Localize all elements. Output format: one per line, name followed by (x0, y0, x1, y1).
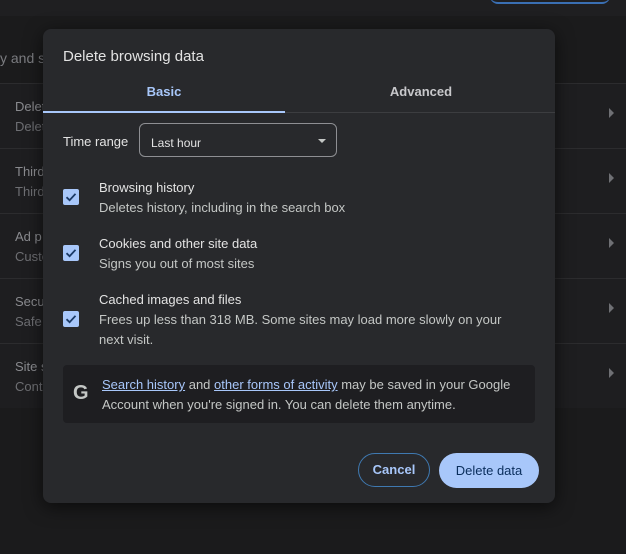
tab-basic-label: Basic (146, 84, 182, 99)
background-row-title: Delet (15, 99, 46, 114)
cancel-button[interactable]: Cancel (358, 453, 430, 487)
background-row-title: Third (15, 164, 45, 179)
google-account-notice: G Search history and other forms of acti… (63, 365, 535, 423)
google-g-icon: G (73, 382, 89, 404)
delete-browsing-data-dialog: Delete browsing data Basic Advanced Time… (43, 29, 555, 503)
other-activity-link[interactable]: other forms of activity (214, 377, 338, 392)
background-row-title: Secu (15, 294, 45, 309)
checkmark-icon (65, 249, 77, 258)
background-row-title: Ad p (15, 229, 42, 244)
time-range-select[interactable]: Last hour (139, 123, 337, 157)
notice-and: and (188, 377, 211, 392)
cached-images-checkbox[interactable] (63, 311, 79, 327)
tab-bar: Basic Advanced (43, 79, 555, 113)
background-row-subtitle: Safe (15, 314, 42, 329)
background-section-title: y and s (0, 50, 46, 66)
background-row-subtitle: Cont (15, 379, 43, 394)
chevron-right-icon (609, 238, 614, 248)
search-history-link[interactable]: Search history (102, 377, 185, 392)
notice-text: Search history and other forms of activi… (102, 375, 522, 415)
option-title: Cookies and other site data (99, 236, 258, 251)
chevron-right-icon (609, 368, 614, 378)
tab-basic[interactable]: Basic (43, 79, 285, 113)
chevron-right-icon (609, 303, 614, 313)
background-row-subtitle: Third (15, 184, 45, 199)
background-top-bar (0, 0, 626, 16)
time-range-label: Time range (63, 134, 129, 149)
cookies-checkbox[interactable] (63, 245, 79, 261)
option-title: Cached images and files (99, 292, 242, 307)
checkmark-icon (65, 193, 77, 202)
delete-data-button[interactable]: Delete data (439, 453, 539, 488)
tab-advanced[interactable]: Advanced (301, 79, 541, 112)
option-title: Browsing history (99, 180, 195, 195)
dialog-title: Delete browsing data (63, 48, 204, 65)
option-description: Frees up less than 318 MB. Some sites ma… (99, 312, 502, 347)
background-row-subtitle: Delet (15, 119, 46, 134)
background-button (490, 0, 610, 4)
tab-active-indicator (43, 111, 285, 113)
chevron-right-icon (609, 108, 614, 118)
checkmark-icon (65, 315, 77, 324)
chevron-right-icon (609, 173, 614, 183)
time-range-value: Last hour (151, 136, 202, 150)
tab-advanced-label: Advanced (389, 84, 453, 99)
option-description: Deletes history, including in the search… (99, 200, 346, 215)
option-description: Signs you out of most sites (99, 256, 255, 271)
dropdown-arrow-icon (318, 139, 326, 143)
browsing-history-checkbox[interactable] (63, 189, 79, 205)
